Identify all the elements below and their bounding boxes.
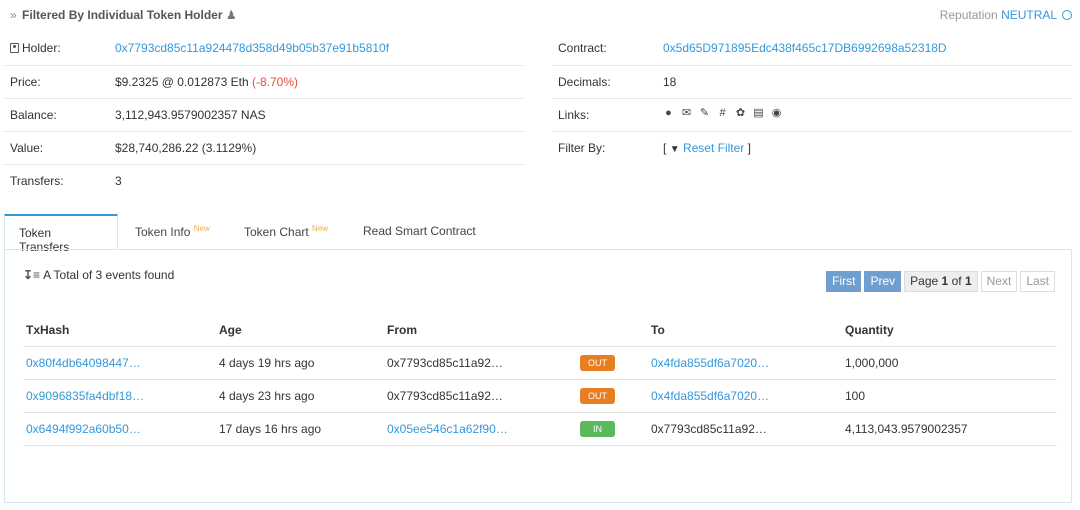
user-icon: ♟ bbox=[225, 8, 237, 22]
quantity-cell: 4,113,043.9579002357 bbox=[842, 412, 1057, 446]
page-indicator: Page 1 of 1 bbox=[904, 271, 978, 292]
next-page-button[interactable]: Next bbox=[980, 271, 1018, 292]
slack-icon[interactable]: # bbox=[717, 108, 728, 119]
price-value: $9.2325 @ 0.012873 Eth (-8.70%) bbox=[115, 75, 298, 89]
document-icon[interactable]: ▤ bbox=[753, 108, 764, 119]
overview-right: Contract: 0x5d65D971895Edc438f465c17DB69… bbox=[552, 32, 1072, 164]
balance-row: Balance: 3,112,943.9579002357 NAS bbox=[4, 98, 524, 131]
first-page-button[interactable]: First bbox=[826, 271, 862, 292]
sort-icon: ↧≡ bbox=[23, 268, 41, 282]
txhash-link[interactable]: 0x6494f992a60b50… bbox=[26, 422, 141, 436]
twitter-icon[interactable]: ✿ bbox=[735, 108, 746, 119]
to-address-link[interactable]: 0x4fda855df6a7020… bbox=[651, 356, 769, 370]
col-from: From bbox=[384, 314, 577, 347]
tab-token-chart[interactable]: Token Chart New bbox=[230, 214, 342, 250]
holder-label: Holder: bbox=[10, 41, 61, 55]
tab-token-transfers[interactable]: Token Transfers bbox=[4, 214, 118, 254]
reputation-value[interactable]: NEUTRAL bbox=[1001, 8, 1057, 22]
value-value: $28,740,286.22 (3.1129%) bbox=[115, 141, 257, 155]
pagination: First Prev Page 1 of 1 Next Last bbox=[826, 271, 1055, 292]
table-header-row: TxHash Age From To Quantity bbox=[23, 314, 1057, 347]
holder-icon bbox=[10, 43, 19, 53]
out-badge: OUT bbox=[580, 387, 615, 404]
new-badge: New bbox=[193, 224, 210, 233]
reset-filter-link[interactable]: Reset Filter bbox=[683, 141, 744, 155]
filter-row: Filter By: [ ▼ Reset Filter ] bbox=[552, 131, 1072, 164]
decimals-value: 18 bbox=[663, 75, 677, 89]
contract-address-link[interactable]: 0x5d65D971895Edc438f465c17DB6992698a5231… bbox=[663, 41, 947, 55]
table-row: 0x80f4db64098447… 4 days 19 hrs ago 0x77… bbox=[23, 346, 1057, 380]
links-label: Links: bbox=[558, 108, 590, 122]
transfers-panel: ↧≡ A Total of 3 events found First Prev P… bbox=[4, 249, 1072, 503]
balance-label: Balance: bbox=[10, 108, 57, 122]
tab-read-smart-contract[interactable]: Read Smart Contract bbox=[349, 214, 490, 250]
links-row: Links: ● ✉ ✎ # ✿ ▤ ◉ bbox=[552, 98, 1072, 131]
filter-icon: ▼ bbox=[669, 144, 680, 155]
holder-address-link[interactable]: 0x7793cd85c11a924478d358d49b05b37e91b581… bbox=[115, 41, 389, 55]
table-row: 0x9096835fa4dbf18… 4 days 23 hrs ago 0x7… bbox=[23, 379, 1057, 413]
filter-value: [ ▼ Reset Filter ] bbox=[663, 141, 751, 155]
from-address-link[interactable]: 0x05ee546c1a62f90… bbox=[387, 422, 508, 436]
edit-icon[interactable]: ✎ bbox=[699, 108, 710, 119]
last-page-button[interactable]: Last bbox=[1020, 271, 1055, 292]
contract-row: Contract: 0x5d65D971895Edc438f465c17DB69… bbox=[552, 32, 1072, 65]
holder-row: Holder: 0x7793cd85c11a924478d358d49b05b3… bbox=[4, 32, 524, 65]
transfers-label: Transfers: bbox=[10, 174, 64, 188]
tab-token-info[interactable]: Token Info New bbox=[121, 214, 224, 250]
filter-label: Filter By: bbox=[558, 141, 606, 155]
price-change: (-8.70%) bbox=[251, 75, 298, 89]
age-cell: 17 days 16 hrs ago bbox=[216, 412, 384, 446]
filter-title: » Filtered By Individual Token Holder ♟ bbox=[10, 8, 237, 22]
contract-label: Contract: bbox=[558, 41, 607, 55]
reputation-label: Reputation bbox=[939, 8, 998, 22]
decimals-row: Decimals: 18 bbox=[552, 65, 1072, 98]
decimals-label: Decimals: bbox=[558, 75, 611, 89]
transfers-value: 3 bbox=[115, 174, 122, 188]
globe-icon[interactable]: ● bbox=[663, 108, 674, 119]
mail-icon[interactable]: ✉ bbox=[681, 108, 692, 119]
chevron-right-icon: » bbox=[10, 8, 17, 22]
reputation: Reputation NEUTRAL bbox=[940, 8, 1072, 22]
txhash-link[interactable]: 0x9096835fa4dbf18… bbox=[26, 389, 144, 403]
quantity-cell: 100 bbox=[842, 379, 1057, 413]
transfers-table: TxHash Age From To Quantity 0x80f4db6409… bbox=[23, 314, 1057, 446]
price-label: Price: bbox=[10, 75, 41, 89]
tab-bar: Token Transfers Token Info New Token Cha… bbox=[4, 214, 1072, 254]
col-to: To bbox=[648, 314, 842, 347]
value-row: Value: $28,740,286.22 (3.1129%) bbox=[4, 131, 524, 164]
out-badge: OUT bbox=[580, 354, 615, 371]
prev-page-button[interactable]: Prev bbox=[864, 271, 902, 292]
page-header: » Filtered By Individual Token Holder ♟ … bbox=[10, 8, 1072, 26]
age-cell: 4 days 23 hrs ago bbox=[216, 379, 384, 413]
value-label: Value: bbox=[10, 141, 44, 155]
col-direction bbox=[577, 314, 648, 347]
smile-icon bbox=[1062, 10, 1072, 20]
to-address-link[interactable]: 0x4fda855df6a7020… bbox=[651, 389, 769, 403]
age-cell: 4 days 19 hrs ago bbox=[216, 346, 384, 380]
price-row: Price: $9.2325 @ 0.012873 Eth (-8.70%) bbox=[4, 65, 524, 98]
col-age: Age bbox=[216, 314, 384, 347]
balance-value: 3,112,943.9579002357 NAS bbox=[115, 108, 266, 122]
new-badge: New bbox=[312, 224, 329, 233]
from-cell: 0x7793cd85c11a92… bbox=[384, 379, 577, 413]
quantity-cell: 1,000,000 bbox=[842, 346, 1057, 380]
overview-left: Holder: 0x7793cd85c11a924478d358d49b05b3… bbox=[4, 32, 524, 197]
col-quantity: Quantity bbox=[842, 314, 1057, 347]
table-row: 0x6494f992a60b50… 17 days 16 hrs ago 0x0… bbox=[23, 412, 1057, 446]
total-events: ↧≡ A Total of 3 events found bbox=[23, 268, 175, 282]
txhash-link[interactable]: 0x80f4db64098447… bbox=[26, 356, 141, 370]
in-badge: IN bbox=[580, 420, 615, 437]
transfers-row: Transfers: 3 bbox=[4, 164, 524, 197]
filter-title-text: Filtered By Individual Token Holder bbox=[22, 8, 223, 22]
col-txhash: TxHash bbox=[23, 314, 216, 347]
to-cell: 0x7793cd85c11a92… bbox=[648, 412, 842, 446]
from-cell: 0x7793cd85c11a92… bbox=[384, 346, 577, 380]
social-links: ● ✉ ✎ # ✿ ▤ ◉ bbox=[663, 108, 782, 119]
medium-icon[interactable]: ◉ bbox=[771, 108, 782, 119]
